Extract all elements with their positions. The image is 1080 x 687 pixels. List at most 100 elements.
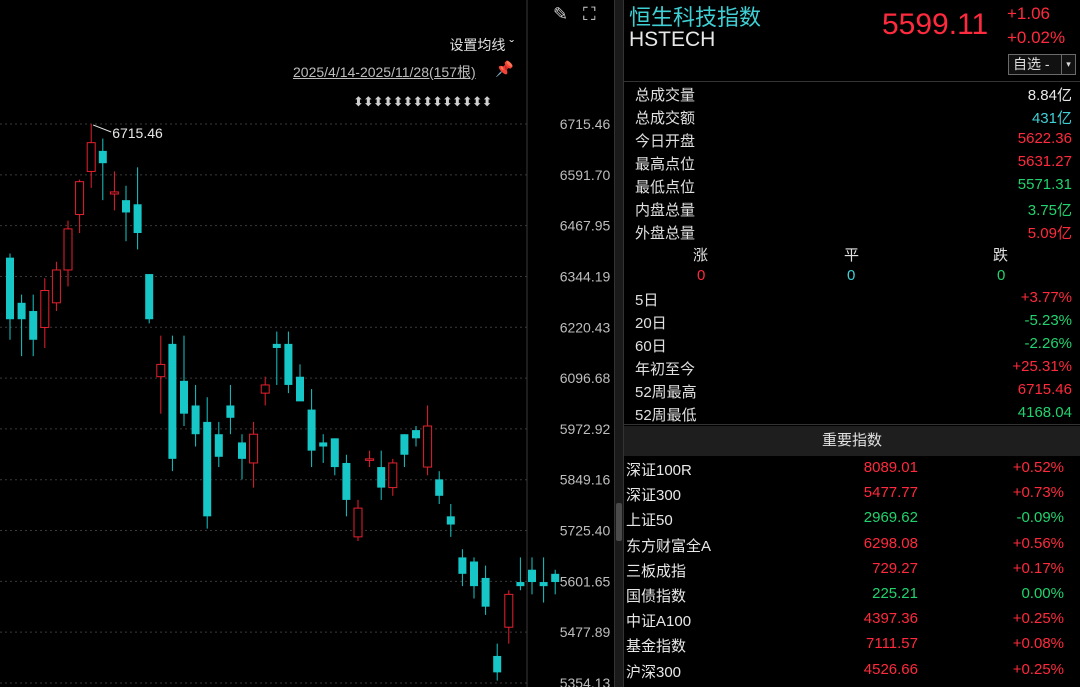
candle-body (516, 582, 525, 587)
flat-count: 0 (847, 267, 856, 284)
period-row: 60日 -2.26% (624, 335, 1072, 358)
quote-panel: 恒生科技指数 HSTECH 5599.11 +1.06 +0.02% 自选 - … (624, 0, 1080, 687)
pencil-icon[interactable]: ✎ (553, 4, 568, 24)
index-row-value: 4526.66 (863, 660, 918, 678)
divider-handle[interactable] (616, 503, 622, 541)
stat-value: 3.75亿 (1027, 202, 1072, 219)
high-marker-line (93, 124, 112, 133)
candle-body (249, 433, 259, 464)
y-tick-label: 5972.92 (560, 421, 611, 437)
candle-body (400, 434, 409, 455)
candle-body (470, 561, 478, 587)
pin-icon[interactable]: 📌 (495, 60, 514, 78)
candle-body (156, 363, 166, 378)
watchlist-label: 自选 - (1013, 56, 1050, 72)
candle-body (203, 421, 212, 517)
index-row-value: 5477.77 (863, 484, 918, 502)
candle-body (6, 257, 14, 320)
index-row-name: 上证50 (626, 512, 673, 530)
stat-row: 总成交额 431亿 (624, 107, 1072, 130)
stat-row: 最高点位 5631.27 (624, 153, 1072, 176)
chevron-down-icon[interactable]: ▾ (1061, 55, 1075, 74)
ma-setting-button[interactable]: 设置均线 ˇ (449, 35, 514, 55)
index-row-pct: +0.73% (1012, 484, 1064, 502)
y-tick-label: 5849.16 (560, 472, 611, 488)
index-row-pct: +0.52% (1012, 459, 1064, 476)
index-row[interactable]: 中证A100 4397.36 +0.25% (624, 610, 1080, 635)
candle-body (330, 438, 339, 468)
important-indices-header: 重要指数 (624, 426, 1080, 456)
candle-body (109, 191, 119, 195)
candle-body (307, 409, 316, 451)
stat-row: 总成交量 8.84亿 (624, 84, 1072, 107)
index-row[interactable]: 沪深300 4526.66 +0.25% (624, 661, 1080, 686)
index-row-pct: +0.56% (1012, 534, 1064, 552)
down-count: 0 (997, 267, 1006, 284)
index-row[interactable]: 上证50 2969.62 -0.09% (624, 509, 1080, 534)
index-row-pct: +0.17% (1012, 559, 1064, 577)
index-row-name: 中证A100 (626, 613, 692, 631)
kline-chart-pane[interactable]: 6715.46 6591.70 6467.95 6344.19 6220.43 6096.… (0, 0, 614, 687)
candle-body (365, 458, 375, 461)
candle-body (51, 269, 61, 304)
index-row-pct: -0.09% (1016, 509, 1064, 527)
y-tick-label: 6715.46 (560, 116, 611, 132)
up-count: 0 (697, 267, 706, 284)
index-row-name: 东方财富全A (626, 537, 712, 555)
date-range-label[interactable]: 2025/4/14-2025/11/28(157根) (293, 62, 476, 82)
period-row: 20日 -5.23% (624, 312, 1072, 335)
period-label: 5日 (635, 292, 659, 309)
index-row-pct: 0.00% (1021, 585, 1064, 602)
index-row[interactable]: 国债指数 225.21 0.00% (624, 585, 1080, 610)
index-row[interactable]: 深证300 5477.77 +0.73% (624, 484, 1080, 509)
zoom-arrows[interactable]: ⬍⬍⬍⬍⬍⬍⬍⬍⬍⬍⬍⬍⬍⬍ (353, 94, 492, 110)
candle-body (86, 142, 96, 172)
pane-divider[interactable] (614, 0, 624, 687)
candle-body (180, 380, 188, 414)
period-value: -5.23% (1024, 312, 1072, 329)
index-row[interactable]: 基金指数 7111.57 +0.08% (624, 635, 1080, 660)
index-row[interactable]: 东方财富全A 6298.08 +0.56% (624, 535, 1080, 560)
index-row[interactable]: 三板成指 729.27 +0.17% (624, 560, 1080, 585)
y-tick-label: 6591.70 (560, 167, 611, 183)
divider-line (624, 81, 1080, 82)
index-change-pct: +0.02% (1007, 28, 1066, 47)
period-row: 5日 +3.77% (624, 289, 1072, 312)
index-row-name: 三板成指 (626, 562, 687, 580)
candlestick-chart[interactable]: 6715.46 6591.70 6467.95 6344.19 6220.43 6096.… (0, 0, 614, 687)
expand-icon[interactable]: ⛶ (583, 4, 596, 24)
index-row-value: 7111.57 (866, 635, 918, 653)
candle-body (539, 582, 548, 587)
y-tick-label: 6220.43 (560, 319, 611, 335)
stat-value: 431亿 (1031, 110, 1072, 127)
index-row-value: 2969.62 (863, 509, 918, 527)
y-tick-label: 6096.68 (560, 370, 611, 386)
y-tick-label: 6467.95 (560, 218, 611, 234)
period-value: 4168.04 (1017, 404, 1072, 421)
candle-body (145, 274, 154, 320)
period-row: 52周最高 6715.46 (624, 381, 1072, 404)
index-row-name: 深证300 (626, 487, 682, 505)
down-count-label: 跌 (993, 247, 1009, 264)
stat-row: 外盘总量 5.09亿 (624, 222, 1072, 245)
watchlist-dropdown[interactable]: 自选 - ▾ (1008, 54, 1076, 75)
candle-body (284, 343, 293, 385)
y-tick-label: 5477.89 (560, 624, 611, 640)
index-row[interactable]: 深证100R 8089.01 +0.52% (624, 459, 1080, 484)
index-row-value: 225.21 (872, 585, 918, 602)
candle-body (342, 462, 351, 500)
candle-body (458, 557, 467, 574)
index-row-pct: +0.25% (1012, 660, 1064, 678)
period-value: -2.26% (1024, 335, 1072, 352)
candle-body (63, 228, 73, 271)
candle-body (133, 204, 142, 234)
stat-value: 5.09亿 (1027, 225, 1072, 242)
divider-line (624, 424, 1080, 425)
candle-body (377, 467, 386, 488)
candle-body (296, 376, 304, 402)
y-tick-label: 6344.19 (560, 268, 611, 284)
candle-body (226, 405, 235, 418)
high-marker-label: 6715.46 (112, 125, 163, 141)
index-row-name: 沪深300 (626, 663, 682, 681)
candle-body (423, 425, 433, 468)
